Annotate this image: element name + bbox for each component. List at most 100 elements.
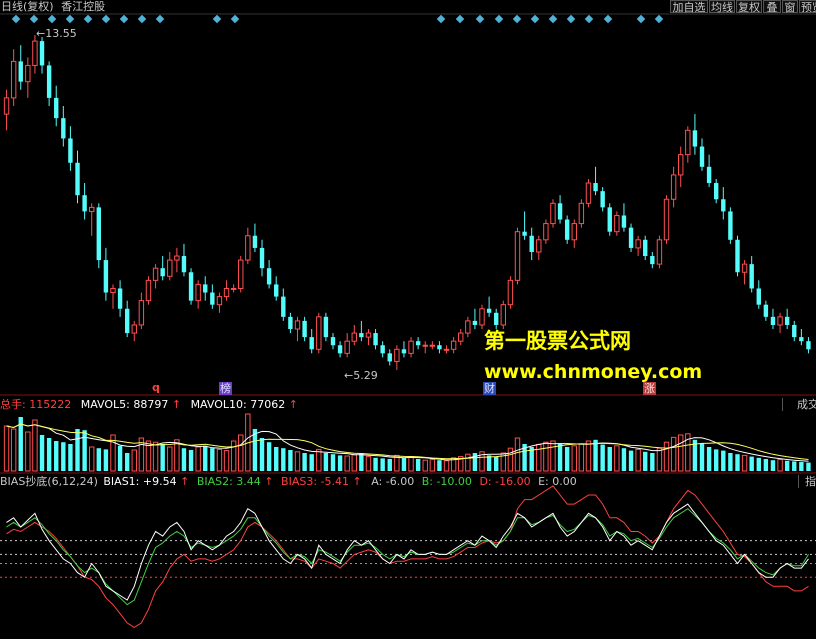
bias3-value: BIAS3: -5.41 <box>281 475 349 488</box>
candle-body <box>281 296 286 317</box>
candle-body <box>160 268 165 277</box>
volume-bar <box>564 447 570 471</box>
volume-bar <box>131 449 137 472</box>
volume-bar <box>728 453 733 471</box>
candle-body <box>131 324 137 334</box>
watermark-title: 第一股票公式网 <box>484 329 631 353</box>
volume-bar <box>741 454 748 472</box>
volume-bar <box>735 454 740 471</box>
volume-bar <box>330 454 336 471</box>
candle-body <box>543 223 549 241</box>
volume-bar <box>223 450 230 472</box>
volume-bar <box>593 439 598 471</box>
low-price-label: ←5.29 <box>344 369 378 382</box>
event-tag-finance[interactable]: 财 <box>483 382 496 395</box>
bias2-value: BIAS2: 3.44 <box>196 475 261 488</box>
candle-body <box>763 304 769 317</box>
volume-bar <box>650 453 655 471</box>
volume-bar <box>415 459 421 471</box>
volume-bar <box>443 460 450 472</box>
volume-bar <box>770 460 776 471</box>
volume-bar <box>210 448 215 471</box>
candle-body <box>792 324 797 338</box>
candle-body <box>337 345 343 354</box>
candle-body <box>721 199 726 212</box>
volume-bar <box>749 456 754 471</box>
candle-body <box>110 287 116 294</box>
candle-body <box>316 316 322 350</box>
candle-body <box>472 320 478 325</box>
candle-body <box>89 206 95 212</box>
volume-bar <box>557 443 563 471</box>
bias-e-value: E: 0.00 <box>538 475 577 488</box>
candle-body <box>699 146 705 167</box>
volume-bar <box>238 434 244 472</box>
volume-bar <box>10 428 17 472</box>
event-tag-q[interactable]: q <box>152 381 160 394</box>
volume-bar <box>578 443 585 472</box>
volume-bar <box>422 459 428 472</box>
volume-bar <box>380 458 385 471</box>
candle-body <box>408 340 414 354</box>
bias-indicator-name[interactable]: BIAS抄底(6,12,24) <box>0 475 98 488</box>
candle-body <box>422 344 428 347</box>
candle-body <box>643 239 648 257</box>
candle-body <box>494 312 499 325</box>
candle-body <box>600 191 605 208</box>
volume-bar <box>678 434 684 472</box>
candle-body <box>181 256 187 273</box>
event-tag-rank[interactable]: 榜 <box>219 382 232 395</box>
candle-body <box>373 333 378 346</box>
candle-body <box>152 267 159 281</box>
volume-bar <box>550 440 556 472</box>
candle-body <box>735 239 740 273</box>
candle-body <box>216 296 223 306</box>
volume-panel-tab[interactable]: 成交 <box>782 398 816 411</box>
candle-body <box>195 283 201 302</box>
candle-body <box>274 284 279 297</box>
bias-a-value: A: -6.00 <box>371 475 415 488</box>
volume-bar <box>25 431 31 472</box>
bias1-value: BIAS1: +9.54 <box>103 475 177 488</box>
volume-bar <box>188 450 194 471</box>
candle-body <box>799 337 804 342</box>
stock-chart[interactable] <box>0 0 816 639</box>
volume-bar <box>82 430 87 471</box>
candle-body <box>429 344 436 347</box>
candle-body <box>309 337 314 350</box>
bias-d-value: D: -16.00 <box>479 475 531 488</box>
volume-bar <box>806 462 811 471</box>
volume-bar <box>61 442 66 471</box>
volume-bar <box>259 438 265 471</box>
candle-body <box>415 341 421 346</box>
candle-body <box>365 332 372 338</box>
volume-bar <box>3 425 10 472</box>
candle-body <box>401 349 407 354</box>
candle-body <box>656 239 663 265</box>
event-tag-limit-up[interactable]: 涨 <box>643 382 656 395</box>
volume-bar <box>721 450 726 471</box>
candle-body <box>650 256 655 265</box>
volume-bar <box>465 453 471 472</box>
volume-bar <box>643 451 648 471</box>
bias-panel-tab[interactable]: 指 <box>798 475 816 488</box>
candle-body <box>117 288 123 309</box>
volume-bar <box>621 448 627 471</box>
candle-body <box>394 348 400 362</box>
volume-bar <box>337 455 343 471</box>
candle-body <box>210 292 215 305</box>
candle-body <box>167 259 173 277</box>
volume-bar <box>799 462 804 471</box>
volume-bar <box>167 446 173 472</box>
candle-body <box>46 65 52 98</box>
volume-bar <box>181 448 187 471</box>
candle-body <box>18 61 23 82</box>
bias3-line <box>6 485 809 628</box>
candle-body <box>359 333 364 338</box>
volume-bar <box>387 459 392 471</box>
candle-body <box>3 97 10 115</box>
volume-bar <box>54 441 59 471</box>
candle-body <box>465 320 471 334</box>
candle-body <box>294 320 301 330</box>
volume-bar <box>174 439 180 472</box>
